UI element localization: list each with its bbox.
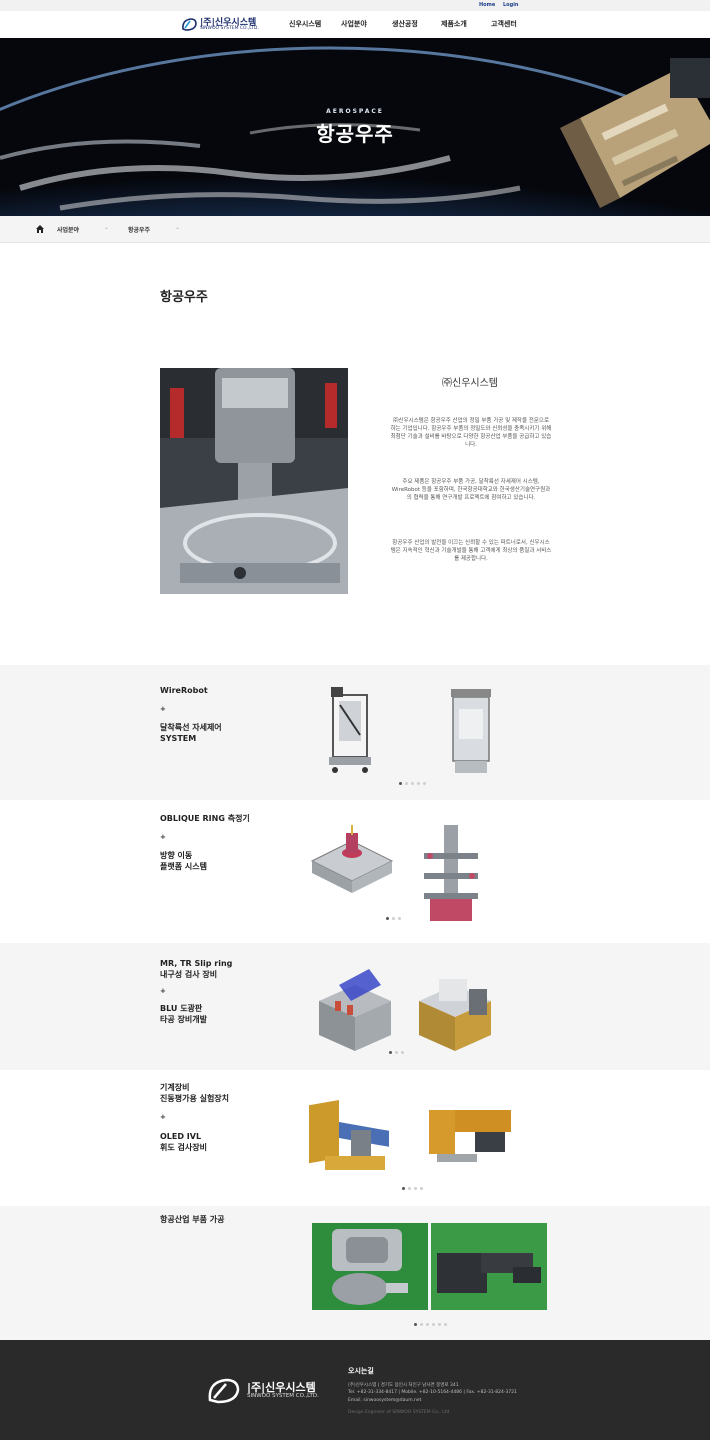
- carousel-dots[interactable]: [402, 1187, 423, 1191]
- nav-business[interactable]: 사업분야: [341, 19, 367, 29]
- carousel-dot[interactable]: [411, 782, 414, 785]
- product-section-slip-ring: MR, TR Slip ring 내구성 검사 장비 + BLU 도광판 타공 …: [0, 943, 710, 1070]
- intro-paragraph: ㈜신우시스템은 항공우주 산업의 정밀 부품 가공 및 제작을 전문으로 하는 …: [390, 418, 552, 448]
- machined-part-photo-1[interactable]: [312, 1223, 428, 1310]
- slip-ring-render-2[interactable]: [415, 965, 495, 1053]
- cnc-machine-photo: [160, 368, 348, 594]
- carousel-dot[interactable]: [426, 1323, 429, 1326]
- carousel-dot[interactable]: [417, 782, 420, 785]
- carousel-dot[interactable]: [392, 917, 395, 920]
- vibration-render-2[interactable]: [425, 1104, 523, 1164]
- carousel-dot[interactable]: [401, 1051, 404, 1054]
- carousel-dot[interactable]: [395, 1051, 398, 1054]
- wirerobot-render-1[interactable]: [325, 685, 375, 777]
- nav-production[interactable]: 생산공정: [392, 19, 418, 29]
- oblique-ring-render-1[interactable]: [308, 825, 396, 897]
- carousel-dot[interactable]: [386, 917, 389, 920]
- carousel-dot[interactable]: [420, 1187, 423, 1190]
- carousel-dots[interactable]: [389, 1051, 404, 1055]
- site-logo[interactable]: |주|신우시스템 SINWOO SYSTEM CO.,LTD.: [181, 15, 261, 35]
- product-section-oblique-ring: OBLIQUE RING 측정기 + 방향 이동 플랫폼 시스템: [0, 800, 710, 943]
- product-section-aero-parts: 항공산업 부품 가공: [0, 1206, 710, 1340]
- carousel-dot[interactable]: [402, 1187, 405, 1190]
- breadcrumb-level2[interactable]: 항공우주: [128, 225, 150, 234]
- nav-company[interactable]: 신우시스템: [289, 19, 321, 29]
- breadcrumb: 사업분야 ⌄ 항공우주 ⌄: [0, 216, 710, 243]
- carousel-dot[interactable]: [399, 782, 402, 785]
- section-title: 항공산업 부품 가공: [160, 1215, 225, 1224]
- logo-mark-icon: [182, 18, 197, 31]
- plus-separator: +: [160, 1113, 166, 1121]
- product-section-vibration: 기계장비 진동평가용 실험장치 + OLED IVL 휘도 검사장비: [0, 1070, 710, 1206]
- section-subtitle: 방향 이동 플랫폼 시스템: [160, 851, 207, 871]
- section-title: MR, TR Slip ring 내구성 검사 장비: [160, 959, 233, 979]
- section-subtitle: BLU 도광판 타공 장비개발: [160, 1004, 207, 1024]
- carousel-dot[interactable]: [438, 1323, 441, 1326]
- carousel-dot[interactable]: [414, 1323, 417, 1326]
- footer-logo-icon: [208, 1378, 240, 1404]
- home-link[interactable]: Home: [479, 2, 495, 8]
- footer-copyright: Design Engineer of SINWOO SYSTEM Co., Lt…: [348, 1410, 451, 1415]
- carousel-dot[interactable]: [444, 1323, 447, 1326]
- nav-products[interactable]: 제품소개: [441, 19, 467, 29]
- section-title: OBLIQUE RING 측정기: [160, 814, 250, 823]
- slip-ring-render-1[interactable]: [315, 965, 393, 1053]
- carousel-dot[interactable]: [408, 1187, 411, 1190]
- login-link[interactable]: Login: [503, 2, 518, 8]
- oblique-ring-render-2[interactable]: [420, 825, 482, 925]
- carousel-dot[interactable]: [432, 1323, 435, 1326]
- site-footer: |주|신우시스템 SINWOO SYSTEM CO.,LTD. 오시는길 (주)…: [0, 1340, 710, 1440]
- plus-separator: +: [160, 833, 166, 841]
- nav-customer[interactable]: 고객센터: [491, 19, 517, 29]
- machined-part-photo-2[interactable]: [431, 1223, 547, 1310]
- carousel-dot[interactable]: [405, 782, 408, 785]
- utility-bar: Home Login: [0, 0, 710, 11]
- product-section-wirerobot: WireRobot + 달착륙선 자세제어 SYSTEM: [0, 665, 710, 800]
- plus-separator: +: [160, 705, 166, 713]
- carousel-dot[interactable]: [389, 1051, 392, 1054]
- section-title: WireRobot: [160, 686, 208, 695]
- chevron-down-icon[interactable]: ⌄: [175, 224, 180, 231]
- section-title: 기계장비 진동평가용 실험장치: [160, 1083, 230, 1103]
- carousel-dot[interactable]: [420, 1323, 423, 1326]
- vibration-render-1[interactable]: [305, 1096, 393, 1178]
- footer-address: (주)신우시스템 | 경기도 용인시 처인구 남사면 봉명로 341: [348, 1383, 459, 1388]
- chevron-down-icon[interactable]: ⌄: [104, 224, 109, 231]
- site-header: |주|신우시스템 SINWOO SYSTEM CO.,LTD. 신우시스템 사업…: [0, 11, 710, 38]
- carousel-dots[interactable]: [399, 782, 426, 786]
- carousel-dot[interactable]: [398, 917, 401, 920]
- carousel-dots[interactable]: [414, 1323, 447, 1327]
- hero-subtitle: AEROSPACE: [326, 108, 384, 115]
- company-name: ㈜신우시스템: [442, 378, 498, 389]
- footer-title: 오시는길: [348, 1367, 374, 1375]
- footer-logo-name-en: SINWOO SYSTEM CO.,LTD.: [247, 1393, 319, 1399]
- hero-banner: AEROSPACE 항공우주: [0, 38, 710, 216]
- carousel-dots[interactable]: [386, 917, 401, 921]
- section-subtitle: OLED IVL 휘도 검사장비: [160, 1132, 207, 1152]
- logo-name-en: SINWOO SYSTEM CO.,LTD.: [200, 26, 259, 31]
- page: Home Login |주|신우시스템 SINWOO SYSTEM CO.,LT…: [0, 0, 710, 1440]
- footer-email: Email. sinwoosystem@daum.net: [348, 1398, 422, 1403]
- hero-title: 항공우주: [316, 122, 394, 146]
- page-title: 항공우주: [160, 290, 208, 305]
- home-icon[interactable]: [36, 225, 44, 233]
- carousel-dot[interactable]: [423, 782, 426, 785]
- plus-separator: +: [160, 987, 166, 995]
- breadcrumb-level1[interactable]: 사업분야: [57, 225, 79, 234]
- wirerobot-render-2[interactable]: [447, 689, 495, 777]
- section-subtitle: 달착륙선 자세제어 SYSTEM: [160, 723, 222, 743]
- footer-contact: Tel. +82-31-334-8417 | Mobile. +82-10-51…: [348, 1390, 517, 1395]
- carousel-dot[interactable]: [414, 1187, 417, 1190]
- intro-paragraph: 주요 제품은 항공우주 부품 가공, 달착륙선 자세제어 시스템, WireRo…: [391, 479, 551, 501]
- intro-paragraph: 항공우주 산업의 발전을 이끄는 신뢰할 수 있는 파트너로서, 신우시스템은 …: [390, 540, 552, 562]
